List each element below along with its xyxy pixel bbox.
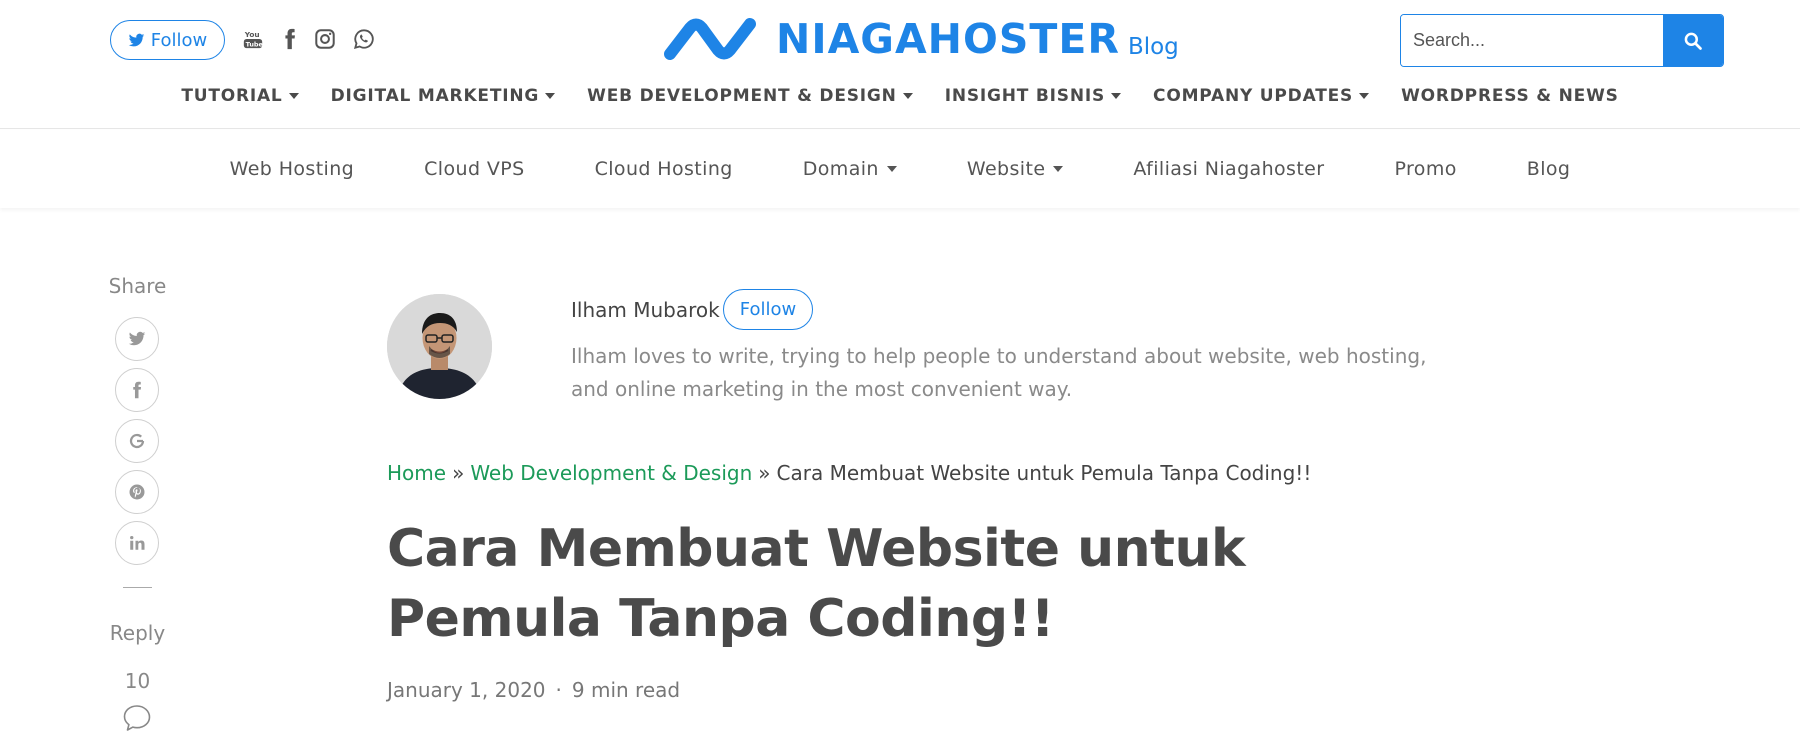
pinterest-icon [129, 484, 145, 500]
cat-wordpress-news[interactable]: WORDPRESS & NEWS [1401, 86, 1619, 106]
post-date: January 1, 2020 [387, 678, 546, 702]
nav-website[interactable]: Website [967, 158, 1064, 180]
caret-down-icon [1111, 93, 1122, 99]
facebook-icon [133, 381, 142, 399]
logo-blog-suffix: Blog [1127, 34, 1179, 60]
search-icon [1684, 32, 1702, 50]
twitter-follow-button[interactable]: Follow [110, 20, 225, 60]
twitter-icon [128, 33, 145, 46]
share-google-button[interactable] [115, 419, 159, 463]
product-nav: Web Hosting Cloud VPS Cloud Hosting Doma… [0, 130, 1800, 208]
breadcrumb-category-link[interactable]: Web Development & Design [470, 461, 752, 485]
share-twitter-button[interactable] [115, 317, 159, 361]
site-header: Follow YouTube NIAGAHOSTER Blog TUTORIAL… [0, 0, 1800, 129]
breadcrumb: Home» Web Development & Design» Cara Membu… [387, 461, 1311, 485]
linkedin-icon [130, 535, 145, 550]
share-facebook-button[interactable] [115, 368, 159, 412]
whatsapp-icon [353, 29, 374, 50]
instagram-link[interactable] [311, 24, 339, 54]
svg-text:Tube: Tube [246, 40, 264, 48]
google-icon [129, 433, 145, 449]
author-name[interactable]: Ilham Mubarok [571, 298, 720, 322]
caret-down-icon [902, 93, 913, 99]
breadcrumb-separator: » [452, 461, 465, 485]
reply-count: 10 [124, 669, 151, 693]
cat-web-development-design[interactable]: WEB DEVELOPMENT & DESIGN [587, 86, 913, 106]
share-linkedin-button[interactable] [115, 521, 159, 565]
nav-web-hosting[interactable]: Web Hosting [230, 158, 355, 180]
facebook-icon [285, 28, 295, 50]
reply-link[interactable]: Reply [90, 621, 185, 645]
comment-bubble-icon[interactable] [121, 702, 153, 734]
share-label: Share [108, 274, 167, 298]
author-avatar[interactable] [387, 294, 492, 399]
youtube-icon: YouTube [244, 30, 264, 48]
caret-down-icon [288, 93, 299, 99]
author-photo [387, 294, 492, 399]
cat-tutorial[interactable]: TUTORIAL [181, 86, 299, 106]
post-title: Cara Membuat Website untuk Pemula Tanpa … [387, 519, 1246, 649]
caret-down-icon [1053, 166, 1064, 172]
breadcrumb-home-link[interactable]: Home [387, 461, 446, 485]
caret-down-icon [545, 93, 556, 99]
meta-separator: · [555, 678, 562, 702]
follow-label: Follow [150, 29, 208, 51]
author-follow-button[interactable]: Follow [723, 289, 813, 330]
facebook-link[interactable] [276, 24, 304, 54]
post-read-time: 9 min read [571, 678, 681, 702]
niagahoster-logo[interactable]: NIAGAHOSTER Blog [660, 14, 1179, 64]
youtube-link[interactable]: You Tube [239, 24, 267, 54]
caret-down-icon [886, 166, 897, 172]
nav-promo[interactable]: Promo [1394, 158, 1456, 180]
caret-down-icon [1359, 93, 1370, 99]
twitter-icon [128, 331, 146, 346]
share-pinterest-button[interactable] [115, 470, 159, 514]
cat-insight-bisnis[interactable]: INSIGHT BISNIS [945, 86, 1122, 106]
nav-blog[interactable]: Blog [1527, 158, 1571, 180]
cat-company-updates[interactable]: COMPANY UPDATES [1153, 86, 1370, 106]
svg-text:You: You [244, 30, 260, 39]
logo-wave-icon [664, 18, 756, 60]
search-input[interactable] [1401, 15, 1663, 66]
search-form [1400, 14, 1724, 67]
logo-wordmark: NIAGAHOSTER [776, 15, 1120, 63]
breadcrumb-separator: » [758, 461, 771, 485]
nav-cloud-hosting[interactable]: Cloud Hosting [595, 158, 733, 180]
nav-cloud-vps[interactable]: Cloud VPS [424, 158, 524, 180]
breadcrumb-current: Cara Membuat Website untuk Pemula Tanpa … [776, 461, 1312, 485]
cat-digital-marketing[interactable]: DIGITAL MARKETING [331, 86, 556, 106]
nav-domain[interactable]: Domain [803, 158, 897, 180]
instagram-icon [315, 29, 335, 49]
rail-divider [123, 587, 152, 588]
whatsapp-link[interactable] [350, 24, 378, 54]
author-bio: Ilham loves to write, trying to help peo… [571, 344, 1427, 401]
post-meta: January 1, 2020 · 9 min read [387, 678, 680, 702]
category-nav: TUTORIAL DIGITAL MARKETING WEB DEVELOPME… [0, 86, 1800, 106]
nav-afiliasi[interactable]: Afiliasi Niagahoster [1133, 158, 1324, 180]
search-button[interactable] [1663, 15, 1723, 66]
